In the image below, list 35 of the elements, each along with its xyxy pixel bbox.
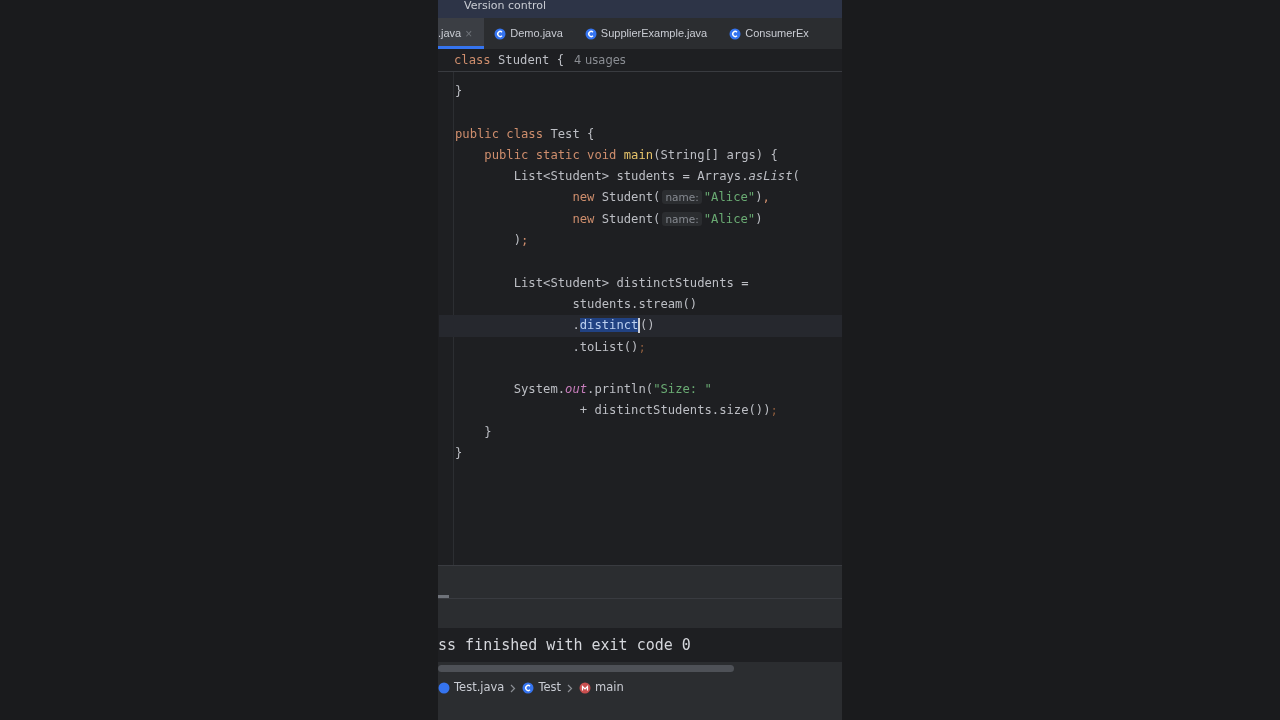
breadcrumb[interactable]: Test.java — [438, 679, 505, 697]
sticky-header-code: class Student { — [454, 52, 565, 70]
usages-hint[interactable]: 4 usages — [574, 51, 626, 70]
file-icon — [438, 682, 450, 694]
code-line: .toList(); — [571, 339, 646, 354]
console-output: ss finished with exit code 0 — [438, 636, 691, 654]
file-tab[interactable]: ConsumerEx — [719, 18, 821, 49]
class-icon — [494, 27, 507, 40]
class-icon — [729, 27, 742, 40]
code-line: new Student( name: "Alice"), — [571, 190, 770, 205]
file-tab[interactable]: SupplierExample.java — [574, 18, 720, 49]
code-line: public class Test { — [455, 126, 595, 141]
chevron-icon — [510, 683, 517, 693]
breadcrumb[interactable]: main — [579, 679, 624, 697]
chevron-icon — [567, 683, 574, 693]
code-line: public static void main(String[] args) { — [483, 147, 778, 162]
file-tab[interactable]: .java × — [438, 18, 485, 49]
file-tab[interactable]: Demo.java — [484, 18, 575, 49]
code-line: System.out.println("Size: " — [512, 382, 712, 397]
code-line: List<Student> distinctStudents = — [512, 275, 749, 290]
class-icon — [584, 27, 597, 40]
code-line: new Student( name: "Alice") — [571, 211, 763, 226]
class-icon — [522, 682, 535, 694]
code-line: List<Student> students = Arrays.asList( — [512, 169, 800, 184]
code-line: ); — [512, 233, 529, 248]
code-line: } — [455, 84, 463, 98]
code-line: students.stream() — [571, 296, 698, 311]
code-line: + distinctStudents.size()); — [578, 403, 778, 418]
text-cursor — [638, 318, 640, 334]
code-line: } — [455, 446, 463, 461]
method-icon — [579, 682, 592, 694]
code-line: } — [483, 424, 492, 439]
scrollbar-thumb[interactable] — [438, 665, 734, 672]
toolbar-menu[interactable]: Version control — [464, 0, 547, 12]
breadcrumb[interactable]: Test — [522, 679, 562, 697]
